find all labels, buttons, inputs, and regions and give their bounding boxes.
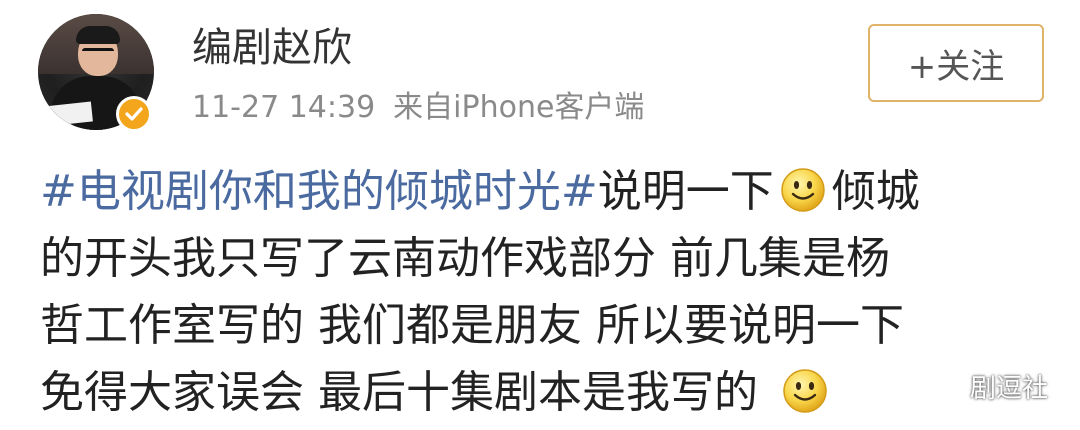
post-text-segment: 说明一下 bbox=[597, 166, 774, 217]
post-line-3: 哲工作室写的 我们都是朋友 所以要说明一下 bbox=[40, 300, 904, 351]
post-meta: 11-27 14:39 来自iPhone客户端 bbox=[192, 88, 644, 128]
watermark-text: 剧逗社 bbox=[970, 374, 1049, 404]
watermark: 剧逗社 bbox=[926, 368, 1048, 405]
post-line-4: 免得大家误会 最后十集剧本是我写的 bbox=[40, 359, 1040, 426]
follow-button[interactable]: +关注 bbox=[868, 24, 1044, 102]
post-line-2: 的开头我只写了云南动作戏部分 前几集是杨 bbox=[40, 233, 890, 284]
topic-hashtag-link[interactable]: #电视剧你和我的倾城时光# bbox=[40, 166, 598, 217]
post-content: #电视剧你和我的倾城时光#说明一下 倾城 的开头我只写了云南动作戏部分 前几集是… bbox=[40, 158, 1040, 426]
smiley-emoji-icon bbox=[780, 168, 825, 212]
author-name[interactable]: 编剧赵欣 bbox=[192, 24, 352, 72]
post-time: 11-27 14:39 bbox=[192, 90, 376, 125]
smiley-emoji-icon bbox=[783, 369, 827, 413]
post-text-segment: 免得大家误会 最后十集剧本是我写的 bbox=[40, 367, 758, 418]
post-text-segment: 倾城 bbox=[831, 166, 920, 217]
verified-badge-icon bbox=[116, 96, 152, 132]
wechat-icon bbox=[926, 372, 962, 400]
post-line-1: #电视剧你和我的倾城时光#说明一下 倾城 bbox=[40, 158, 1040, 225]
post-source: 来自iPhone客户端 bbox=[393, 90, 645, 125]
